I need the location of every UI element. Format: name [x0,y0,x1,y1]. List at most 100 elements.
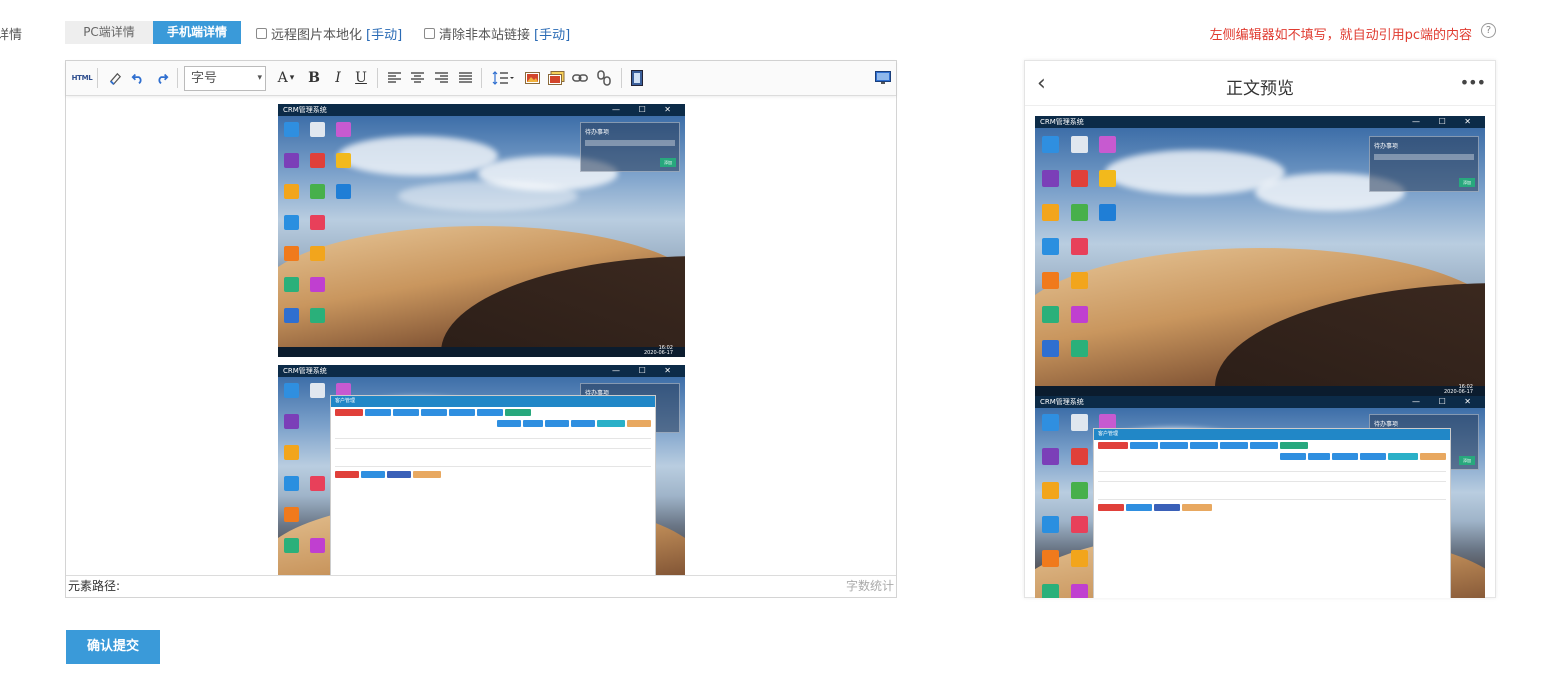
link-icon[interactable] [571,68,589,88]
toolbar-divider [621,68,622,88]
align-left-icon[interactable] [386,68,402,88]
desktop-app-icon [284,122,299,137]
desktop-app-icon [310,383,325,398]
option-clear-external-links: 清除非本站链接 [手动] [424,24,570,43]
redo-icon[interactable] [153,68,171,88]
window-titlebar: CRM管理系统 — ☐ ✕ [278,104,685,116]
clear-links-checkbox[interactable] [424,28,435,39]
desktop-app-icon [1042,238,1059,255]
chevron-down-icon: ▾ [289,73,295,83]
desktop-app-icon [1071,448,1088,465]
crm-customer-window: 客户管理 [1093,428,1451,598]
desktop-app-icon [310,122,325,137]
preview-screen-icon[interactable] [874,68,892,88]
desktop-app-icon [1042,170,1059,187]
font-color-button[interactable]: A ▾ [273,68,299,88]
mobile-preview-panel: ‹ 正文预览 ••• CRM管理系统 — ☐ ✕ 待办事项 添加 16:02 2… [1024,60,1496,598]
desktop-app-icon [284,538,299,553]
remote-image-label: 远程图片本地化 [271,28,363,43]
toolbar-divider [377,68,378,88]
screenshot-desktop: CRM管理系统 — ☐ ✕ 待办事项 添加 16:02 2020-06-17 [278,104,685,357]
desktop-app-icon [1042,340,1059,357]
desktop-app-icon [1042,516,1059,533]
desktop-app-icon [1042,204,1059,221]
tab-mobile-detail[interactable]: 手机端详情 [153,21,241,44]
image-icon[interactable] [523,68,541,88]
multi-image-icon[interactable] [547,68,565,88]
toolbar-divider [97,68,98,88]
chevron-down-icon: ▾ [257,73,262,83]
desktop-app-icon [284,308,299,323]
desktop-app-icon [284,184,299,199]
remote-image-manual-link[interactable]: [手动] [366,24,402,43]
clear-links-manual-link[interactable]: [手动] [534,24,570,43]
preview-title: 正文预览 [1226,79,1294,99]
editor-toolbar: HTML 字号 ▾ A ▾ B I U [66,61,896,96]
window-titlebar: CRM管理系统 — ☐ ✕ [1035,396,1485,408]
detail-row-label: 详情 [0,28,23,43]
desktop-app-icon [1071,170,1088,187]
font-size-select[interactable]: 字号 ▾ [184,66,266,91]
editor-statusbar: 元素路径: 字数统计 [66,575,896,597]
desktop-app-icon [310,215,325,230]
html-source-button[interactable]: HTML [72,68,93,88]
desktop-app-icon [310,277,325,292]
underline-button[interactable]: U [353,68,369,88]
line-height-icon[interactable] [489,68,517,88]
desktop-app-icon [310,308,325,323]
desktop-app-icon [284,153,299,168]
eraser-icon[interactable] [106,68,124,88]
preview-content: CRM管理系统 — ☐ ✕ 待办事项 添加 16:02 2020-06-17 C… [1035,116,1485,598]
help-icon[interactable]: ? [1481,23,1496,38]
desktop-app-icon [310,538,325,553]
clear-links-label: 清除非本站链接 [439,28,531,43]
fallback-hint: 左侧编辑器如不填写，就自动引用pc端的内容 [1209,28,1472,43]
desktop-app-icon [310,476,325,491]
desktop-app-icon [1099,136,1116,153]
align-right-icon[interactable] [433,68,449,88]
desktop-app-icon [284,445,299,460]
remote-image-checkbox[interactable] [256,28,267,39]
undo-icon[interactable] [129,68,147,88]
desktop-app-icon [1042,272,1059,289]
detail-tabs: PC端详情 手机端详情 [65,21,241,44]
preview-screenshot-desktop: CRM管理系统 — ☐ ✕ 待办事项 添加 16:02 2020-06-17 [1035,116,1485,396]
desktop-app-icon [336,184,351,199]
toolbar-divider [177,68,178,88]
desktop-app-icon [1071,204,1088,221]
desktop-app-icon [284,414,299,429]
tab-pc-detail[interactable]: PC端详情 [65,21,153,44]
rich-text-editor: HTML 字号 ▾ A ▾ B I U CRM管理系统 — ☐ ✕ 待办事项 添… [65,60,897,598]
word-count: 字数统计 [845,579,894,593]
italic-button[interactable]: I [330,68,346,88]
desktop-app-icon [336,122,351,137]
desktop-app-icon [310,246,325,261]
taskbar: 16:02 2020-06-17 [278,346,685,357]
desktop-app-icon [1042,482,1059,499]
option-remote-image-localize: 远程图片本地化 [手动] [256,24,402,43]
desktop-app-icon [1071,272,1088,289]
desktop-app-icon [284,507,299,522]
desktop-app-icon [1099,170,1116,187]
align-justify-icon[interactable] [457,68,473,88]
video-icon[interactable] [629,68,645,88]
window-titlebar: CRM管理系统 — ☐ ✕ [1035,116,1485,128]
desktop-app-icon [1042,550,1059,567]
todo-widget: 待办事项 添加 [1369,136,1479,192]
submit-button[interactable]: 确认提交 [66,630,160,664]
desktop-app-icon [284,383,299,398]
editor-content-area[interactable]: CRM管理系统 — ☐ ✕ 待办事项 添加 16:02 2020-06-17 C… [66,97,896,575]
crm-customer-window: 客户管理 [330,395,656,575]
unlink-icon[interactable] [595,68,613,88]
screenshot-crm-window: CRM管理系统 — ☐ ✕ 待办事项 客户管理 [278,365,685,575]
desktop-app-icon [1042,584,1059,598]
desktop-app-icon [1071,340,1088,357]
desktop-app-icon [1071,482,1088,499]
todo-widget: 待办事项 添加 [580,122,680,172]
align-center-icon[interactable] [409,68,425,88]
more-icon[interactable]: ••• [1460,73,1486,92]
bold-button[interactable]: B [306,68,322,88]
toolbar-divider [481,68,482,88]
desktop-app-icon [284,277,299,292]
desktop-app-icon [1071,584,1088,598]
